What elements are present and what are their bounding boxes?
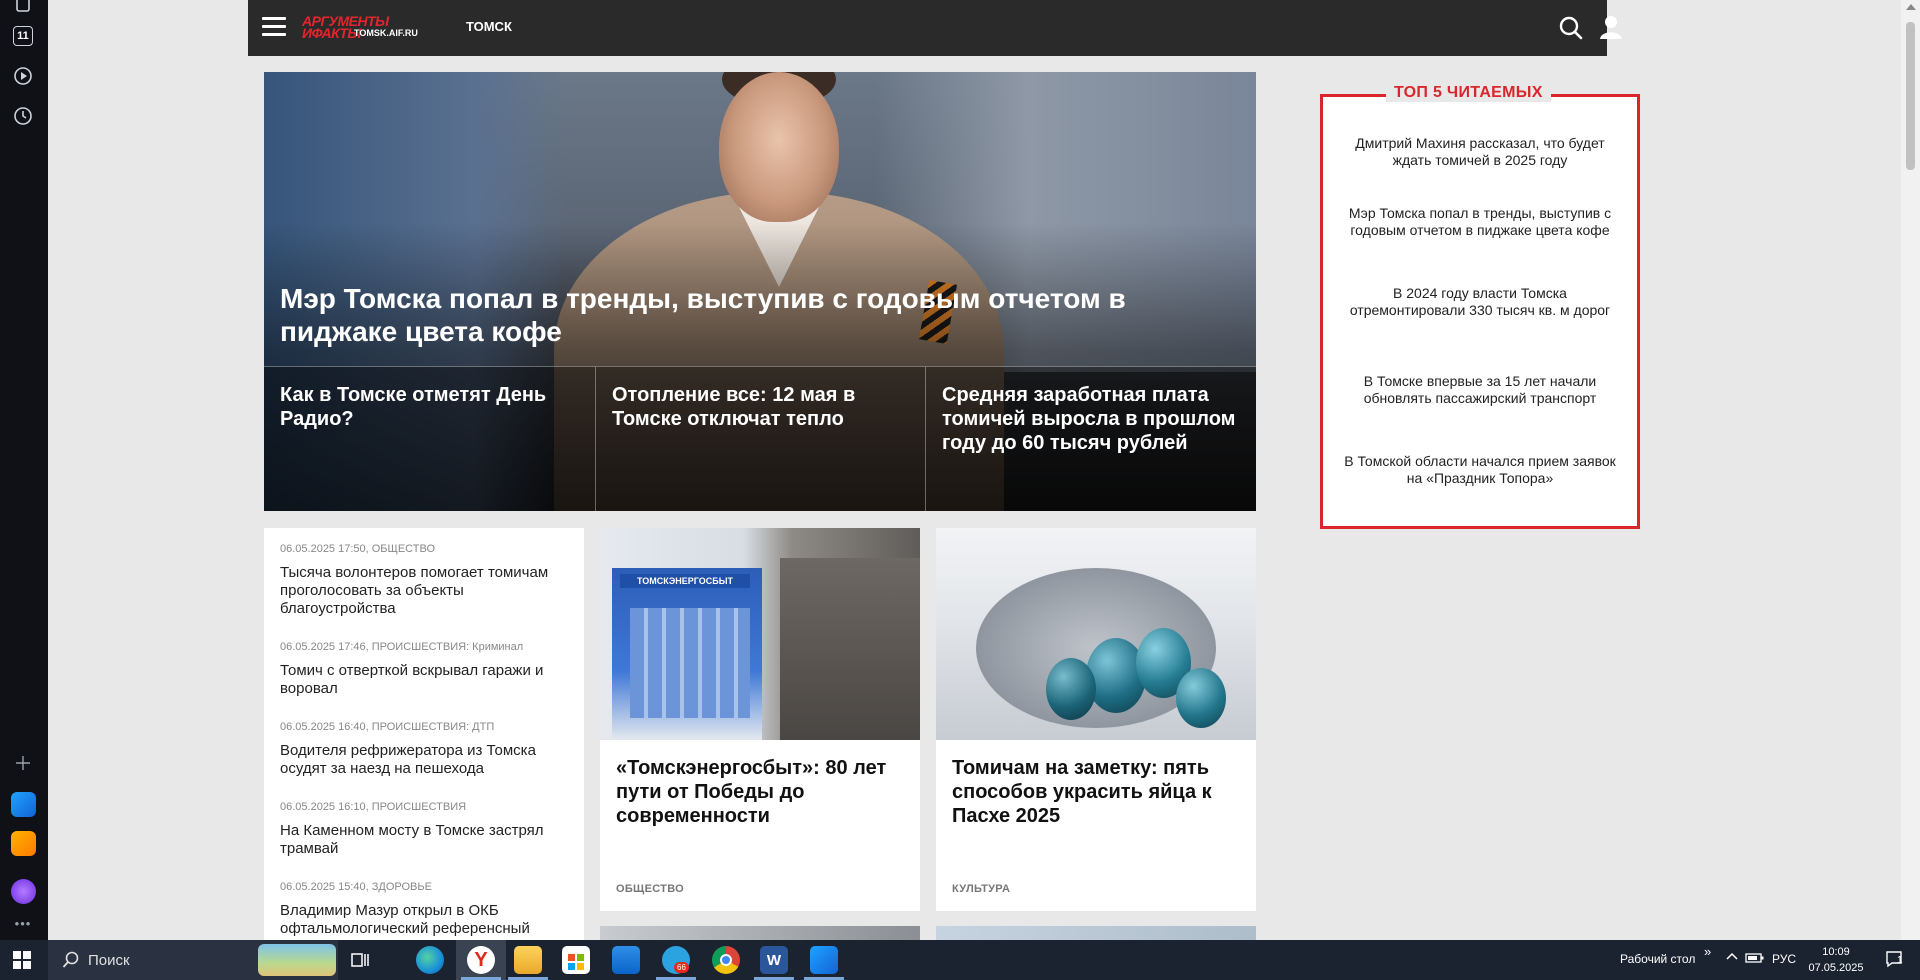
top5-item[interactable]: Мэр Томска попал в тренды, выступив с го… — [1337, 205, 1623, 239]
news-meta: 06.05.2025 16:10, ПРОИСШЕСТВИЯ — [280, 801, 467, 813]
browser-sidebar: 11 ••• — [0, 0, 48, 940]
language-indicator[interactable]: РУС — [1772, 952, 1796, 966]
task-view-icon[interactable] — [346, 946, 374, 974]
yandex-messenger-icon[interactable] — [810, 946, 838, 974]
taskbar-search-label: Поиск — [88, 952, 130, 969]
news-title[interactable]: Томич с отверткой вскрывал гаражи и воро… — [280, 662, 572, 698]
mail-icon[interactable] — [612, 946, 640, 974]
clock-date: 07.05.2025 — [1808, 962, 1864, 974]
city-link[interactable]: ТОМСК — [466, 19, 512, 34]
news-title[interactable]: Водителя рефрижератора из Томска осудят … — [280, 742, 572, 778]
news-item[interactable]: 06.05.2025 16:10, ПРОИСШЕСТВИЯ На Каменн… — [280, 800, 572, 858]
news-meta: 06.05.2025 15:40, ЗДОРОВЬЕ — [280, 881, 432, 893]
hero-sub-title[interactable]: Как в Томске отметят День Радио? — [280, 383, 579, 431]
telegram-badge: 66 — [674, 962, 689, 973]
news-subtag[interactable]: Криминал — [469, 641, 523, 653]
menu-icon[interactable] — [262, 17, 286, 37]
site-logo[interactable]: АРГУМЕНТЫ ИФАКТЫ TOMSK.AIF.RU — [302, 13, 432, 41]
card-sign: ТОМСКЭНЕРГОСБЫТ — [620, 574, 750, 588]
notification-count: 1 — [1897, 955, 1903, 966]
site-header: АРГУМЕНТЫ ИФАКТЫ TOMSK.AIF.RU ТОМСК — [248, 0, 1622, 56]
calendar-icon[interactable]: 11 — [12, 25, 34, 47]
news-title[interactable]: Владимир Мазур открыл в ОКБ офтальмологи… — [280, 902, 572, 938]
news-item[interactable]: 06.05.2025 17:46, ПРОИСШЕСТВИЯ: Криминал… — [280, 640, 572, 698]
hero-title[interactable]: Мэр Томска попал в тренды, выступив с го… — [280, 282, 1240, 348]
news-item[interactable]: 06.05.2025 17:50, ОБЩЕСТВО Тысяча волонт… — [280, 542, 572, 618]
news-feed: 06.05.2025 17:50, ОБЩЕСТВО Тысяча волонт… — [264, 528, 584, 940]
yandex-browser-icon[interactable]: Y — [467, 946, 495, 974]
search-icon[interactable] — [1558, 15, 1584, 41]
news-meta: 06.05.2025 16:40, ПРОИСШЕСТВИЯ: ДТП — [280, 721, 495, 733]
alice-icon[interactable] — [11, 879, 36, 904]
notification-icon[interactable]: 1 — [1884, 949, 1904, 972]
add-icon[interactable] — [12, 752, 34, 774]
toolbar-expand-chevron[interactable]: » — [1704, 944, 1711, 959]
news-meta: 06.05.2025 17:46, ПРОИСШЕСТВИЯ: Криминал — [280, 641, 524, 653]
edge-icon[interactable] — [416, 946, 444, 974]
taskbar-search[interactable]: Поиск — [48, 940, 338, 980]
more-icon[interactable]: ••• — [12, 912, 34, 934]
hero-sub-article[interactable]: Отопление все: 12 мая в Томске отключат … — [595, 366, 925, 511]
file-explorer-icon[interactable] — [514, 946, 542, 974]
scroll-thumb[interactable] — [1906, 22, 1915, 170]
card-rubric[interactable]: КУЛЬТУРА — [952, 883, 1010, 895]
news-item[interactable]: 06.05.2025 16:40, ПРОИСШЕСТВИЯ: ДТП Води… — [280, 720, 572, 778]
app-mail-icon[interactable] — [11, 792, 36, 817]
telegram-icon[interactable]: 66 — [662, 946, 690, 974]
page-scrollbar[interactable] — [1901, 0, 1920, 940]
hero-sub-title[interactable]: Отопление все: 12 мая в Томске отключат … — [612, 383, 909, 431]
article-card[interactable]: Томичам на заметку: пять способов украси… — [936, 528, 1256, 911]
card-title[interactable]: Томичам на заметку: пять способов украси… — [952, 756, 1242, 828]
news-item[interactable]: 06.05.2025 15:40, ЗДОРОВЬЕ Владимир Мазу… — [280, 880, 572, 938]
top5-item[interactable]: В Томской области начался прием заявок н… — [1337, 453, 1623, 487]
article-card[interactable]: ТОМСКЭНЕРГОСБЫТ «Томскэнергосбыт»: 80 ле… — [600, 528, 920, 911]
taskbar: Поиск Y 66 W Рабочий стол » РУС 10:09 07… — [0, 940, 1920, 980]
battery-icon[interactable] — [1745, 951, 1765, 968]
scroll-up-arrow[interactable] — [1906, 4, 1916, 10]
card-image — [936, 528, 1256, 740]
card-rubric[interactable]: ОБЩЕСТВО — [616, 883, 684, 895]
desktop-toolbar-label[interactable]: Рабочий стол — [1620, 952, 1695, 966]
top5-item[interactable]: В Томске впервые за 15 лет начали обновл… — [1337, 373, 1623, 407]
news-title[interactable]: На Каменном мосту в Томске застрял трамв… — [280, 822, 572, 858]
search-highlight-image — [258, 944, 336, 976]
logo-domain: TOMSK.AIF.RU — [354, 28, 418, 38]
top5-item[interactable]: В 2024 году власти Томска отремонтировал… — [1337, 285, 1623, 319]
top5-title: ТОП 5 ЧИТАЕМЫХ — [1386, 84, 1551, 102]
hero-block[interactable]: Мэр Томска попал в тренды, выступив с го… — [264, 72, 1256, 511]
user-icon[interactable] — [1598, 14, 1624, 40]
top5-box: ТОП 5 ЧИТАЕМЫХ Дмитрий Махиня рассказал,… — [1320, 84, 1640, 529]
news-meta: 06.05.2025 17:50, ОБЩЕСТВО — [280, 543, 435, 555]
logo-line2: ИФАКТЫ — [302, 25, 361, 41]
top5-item[interactable]: Дмитрий Махиня рассказал, что будет ждат… — [1337, 135, 1623, 169]
bookmark-icon[interactable] — [12, 0, 34, 16]
history-icon[interactable] — [12, 105, 34, 127]
play-icon[interactable] — [12, 65, 34, 87]
windows-start-icon[interactable] — [12, 950, 32, 970]
hero-sub-article[interactable]: Средняя заработная плата томичей выросла… — [925, 366, 1256, 511]
tray-expand-icon[interactable] — [1725, 950, 1739, 967]
search-icon — [62, 951, 80, 969]
calendar-day: 11 — [13, 26, 33, 46]
chrome-icon[interactable] — [712, 946, 740, 974]
card-title[interactable]: «Томскэнергосбыт»: 80 лет пути от Победы… — [616, 756, 906, 828]
app-mail2-icon[interactable] — [11, 831, 36, 856]
hero-sub-title[interactable]: Средняя заработная плата томичей выросла… — [942, 383, 1240, 455]
taskbar-clock[interactable]: 10:09 07.05.2025 — [1800, 944, 1872, 976]
clock-time: 10:09 — [1822, 946, 1850, 958]
store-icon[interactable] — [562, 946, 590, 974]
news-title[interactable]: Тысяча волонтеров помогает томичам прого… — [280, 564, 572, 618]
word-icon[interactable]: W — [760, 946, 788, 974]
card-image: ТОМСКЭНЕРГОСБЫТ — [600, 528, 920, 740]
hero-sub-article[interactable]: Как в Томске отметят День Радио? — [264, 366, 595, 511]
